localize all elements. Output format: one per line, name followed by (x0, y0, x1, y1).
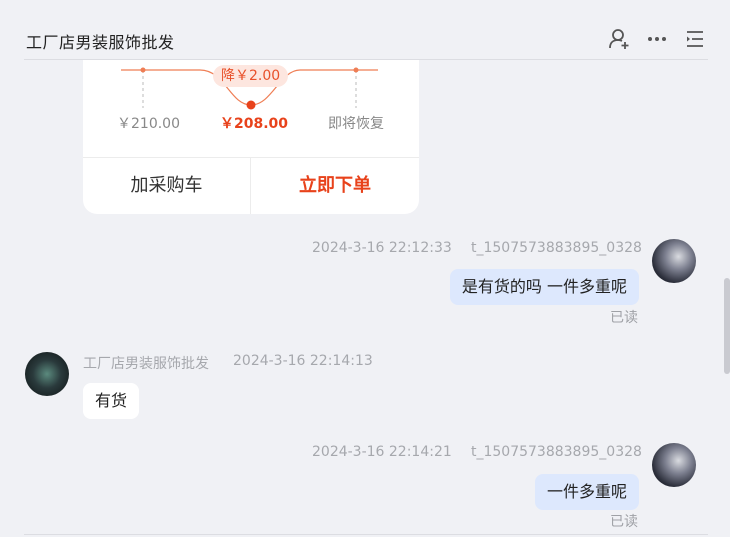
chat-scrollbar[interactable] (724, 278, 730, 374)
message-time: 2024-3-16 22:14:13 (233, 353, 373, 369)
avatar[interactable] (652, 443, 696, 487)
message-sender: t_1507573883895_0328 (471, 444, 642, 460)
read-status: 已读 (610, 514, 638, 530)
input-divider (24, 534, 708, 535)
message-bubble[interactable]: 有货 (83, 383, 140, 419)
add-to-cart-button[interactable]: 加采购车 (83, 158, 250, 214)
price-restore: 即将恢复 (328, 116, 384, 132)
message-time: 2024-3-16 22:12:33 (312, 240, 452, 256)
message-bubble[interactable]: 是有货的吗 一件多重呢 (449, 269, 639, 305)
read-status: 已读 (610, 310, 638, 326)
avatar[interactable] (652, 239, 696, 283)
discount-badge: 降￥2.00 (213, 65, 289, 87)
message-sender: 工厂店男装服饰批发 (83, 356, 209, 372)
message-time: 2024-3-16 22:14:21 (312, 444, 452, 460)
price-original: ￥210.00 (117, 116, 180, 132)
price-current: ￥208.00 (220, 116, 289, 132)
buy-now-button[interactable]: 立即下单 (251, 158, 419, 214)
message-sender: t_1507573883895_0328 (471, 240, 642, 256)
price-trend-chart (121, 67, 378, 110)
message-bubble[interactable]: 一件多重呢 (534, 474, 639, 510)
avatar[interactable] (25, 352, 69, 396)
